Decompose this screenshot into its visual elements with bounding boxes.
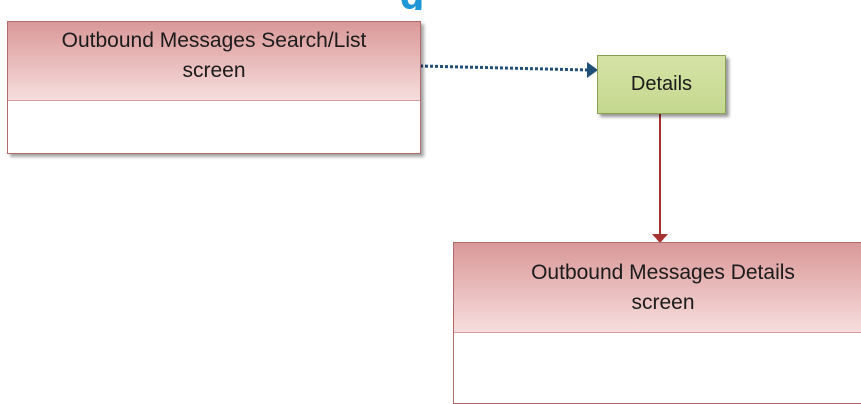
details-screen-header: Outbound Messages Details screen <box>454 243 861 333</box>
details-action-box: Details <box>597 55 726 114</box>
dotted-arrow-to-details <box>419 62 598 78</box>
search-list-screen-label-line1: Outbound Messages Search/List <box>61 29 367 52</box>
solid-arrow-to-details-screen <box>652 112 668 243</box>
details-screen-label-line1: Outbound Messages Details <box>531 261 795 284</box>
search-list-screen-label-line2: screen <box>182 59 246 82</box>
outbound-messages-search-list-screen-box: Outbound Messages Search/List screen <box>7 21 421 154</box>
outbound-messages-details-screen-box: Outbound Messages Details screen <box>453 242 861 404</box>
details-screen-label-line2: screen <box>631 291 695 314</box>
details-action-label: Details <box>630 73 693 95</box>
search-list-screen-header: Outbound Messages Search/List screen <box>8 22 420 101</box>
